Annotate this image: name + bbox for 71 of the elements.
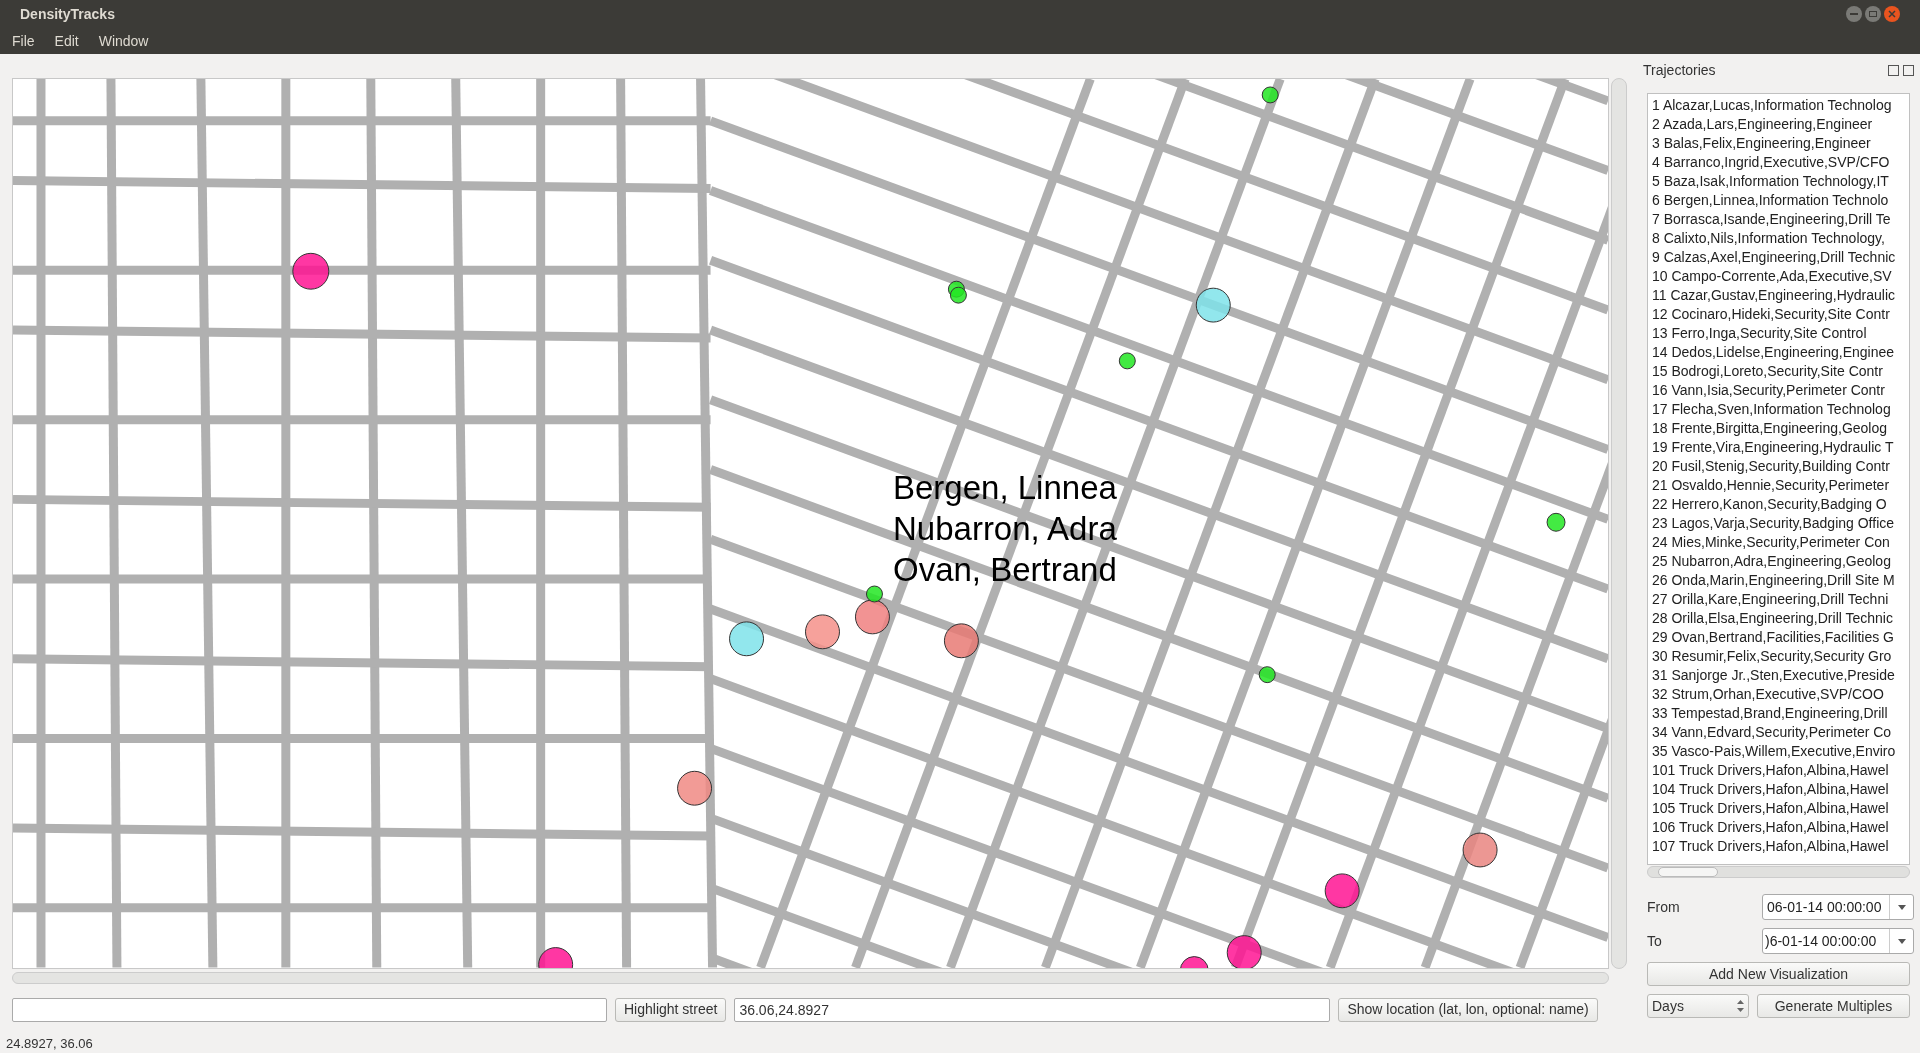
trajectory-item[interactable]: 30 Resumir,Felix,Security,Security Gro <box>1648 647 1896 666</box>
from-label: From <box>1647 897 1680 917</box>
trajectory-item[interactable]: 11 Cazar,Gustav,Engineering,Hydraulic <box>1648 286 1900 305</box>
add-visualization-button[interactable]: Add New Visualization <box>1647 962 1910 986</box>
from-date-field[interactable]: 06-01-14 00:00:00 <box>1762 894 1914 920</box>
trajectory-item[interactable]: 107 Truck Drivers,Hafon,Albina,Hawel <box>1648 837 1893 856</box>
highlight-street-button[interactable]: Highlight street <box>615 997 727 1022</box>
maximize-button[interactable] <box>1865 6 1881 22</box>
window-title: DensityTracks <box>20 4 115 24</box>
trajectory-item[interactable]: 21 Osvaldo,Hennie,Security,Perimeter <box>1648 476 1894 495</box>
status-text: 24.8927, 36.06 <box>6 1034 94 1053</box>
trajectory-item[interactable]: 17 Flecha,Sven,Information Technolog <box>1648 400 1895 419</box>
trajectory-item[interactable]: 24 Mies,Minke,Security,Perimeter Con <box>1648 533 1894 552</box>
trajectory-item[interactable]: 20 Fusil,Stenig,Security,Building Contr <box>1648 457 1894 476</box>
list-scrollbar[interactable] <box>1647 866 1910 878</box>
trajectory-item[interactable]: 8 Calixto,Nils,Information Technology, <box>1648 229 1889 248</box>
trajectory-item[interactable]: 9 Calzas,Axel,Engineering,Drill Technic <box>1648 248 1900 267</box>
trajectory-item[interactable]: 3 Balas,Felix,Engineering,Engineer <box>1648 134 1875 153</box>
trajectory-item[interactable]: 12 Cocinaro,Hideki,Security,Site Contr <box>1648 305 1894 324</box>
trajectory-item[interactable]: 14 Dedos,Lidelse,Engineering,Enginee <box>1648 343 1899 362</box>
location-field[interactable]: 36.06,24.8927 <box>734 997 1331 1022</box>
trajectory-item[interactable]: 19 Frente,Vira,Engineering,Hydraulic T <box>1648 438 1898 457</box>
trajectory-item[interactable]: 26 Onda,Marin,Engineering,Drill Site M <box>1648 571 1899 590</box>
trajectory-item[interactable]: 5 Baza,Isak,Information Technology,IT <box>1648 172 1893 191</box>
trajectory-item[interactable]: 16 Vann,Isia,Security,Perimeter Contr <box>1648 381 1889 400</box>
map-label: Ovan, Bertrand <box>893 550 1117 590</box>
trajectory-item[interactable]: 105 Truck Drivers,Hafon,Albina,Hawel <box>1648 799 1893 818</box>
generate-multiples-button[interactable]: Generate Multiples <box>1757 994 1910 1018</box>
panel-title: Trajectories <box>1643 61 1716 80</box>
close-button[interactable] <box>1884 6 1900 22</box>
trajectory-item[interactable]: 33 Tempestad,Brand,Engineering,Drill <box>1648 704 1892 723</box>
trajectory-item[interactable]: 29 Ovan,Bertrand,Facilities,Facilities G <box>1648 628 1898 647</box>
unit-select[interactable]: Days <box>1647 994 1749 1018</box>
trajectory-item[interactable]: 31 Sanjorge Jr.,Sten,Executive,Preside <box>1648 666 1899 685</box>
vertical-scrollbar[interactable] <box>1611 78 1627 969</box>
menu-item[interactable]: Edit <box>54 30 79 52</box>
trajectory-item[interactable]: 101 Truck Drivers,Hafon,Albina,Hawel <box>1648 761 1893 780</box>
trajectory-item[interactable]: 15 Bodrogi,Loreto,Security,Site Contr <box>1648 362 1887 381</box>
trajectory-item[interactable]: 34 Vann,Edvard,Security,Perimeter Co <box>1648 723 1896 742</box>
trajectory-item[interactable]: 1 Alcazar,Lucas,Information Technolog <box>1648 96 1896 115</box>
menu-item[interactable]: File <box>12 30 35 52</box>
show-location-button[interactable]: Show location (lat, lon, optional: name) <box>1338 997 1598 1022</box>
trajectory-item[interactable]: 27 Orilla,Kare,Engineering,Drill Techni <box>1648 590 1893 609</box>
trajectory-item[interactable]: 13 Ferro,Inga,Security,Site Control <box>1648 324 1871 343</box>
trajectory-list[interactable] <box>1647 93 1910 865</box>
map-label: Nubarron, Adra <box>893 509 1117 549</box>
trajectory-item[interactable]: 7 Borrasca,Isande,Engineering,Drill Te <box>1648 210 1895 229</box>
trajectory-item[interactable]: 2 Azada,Lars,Engineering,Engineer <box>1648 115 1877 134</box>
minimize-button[interactable] <box>1846 6 1862 22</box>
trajectory-item[interactable]: 32 Strum,Orhan,Executive,SVP/COO <box>1648 685 1888 704</box>
to-label: To <box>1647 931 1662 951</box>
spinner-icon <box>1737 1000 1744 1012</box>
street-field[interactable] <box>12 997 607 1022</box>
trajectory-item[interactable]: 23 Lagos,Varja,Security,Badging Office <box>1648 514 1899 533</box>
trajectory-item[interactable]: 18 Frente,Birgitta,Engineering,Geolog <box>1648 419 1892 438</box>
menu-item[interactable]: Window <box>98 30 149 52</box>
trajectory-item[interactable]: 4 Barranco,Ingrid,Executive,SVP/CFO <box>1648 153 1894 172</box>
map-view[interactable]: Bergen, Linnea Nubarron, Adra Ovan, Bertrand <box>12 78 1609 969</box>
trajectory-item[interactable]: 106 Truck Drivers,Hafon,Albina,Hawel <box>1648 818 1893 837</box>
trajectory-item[interactable]: 22 Herrero,Kanon,Security,Badging O <box>1648 495 1891 514</box>
dropdown-icon <box>1897 904 1906 910</box>
trajectory-item[interactable]: 25 Nubarron,Adra,Engineering,Geolog <box>1648 552 1895 571</box>
to-date-field[interactable]: )6-01-14 00:00:00 <box>1762 928 1914 954</box>
dropdown-icon <box>1897 938 1906 944</box>
horizontal-scrollbar[interactable] <box>12 971 1609 984</box>
trajectory-item[interactable]: 6 Bergen,Linnea,Information Technolo <box>1648 191 1893 210</box>
trajectory-item[interactable]: 104 Truck Drivers,Hafon,Albina,Hawel <box>1648 780 1893 799</box>
trajectory-item[interactable]: 35 Vasco-Pais,Willem,Executive,Enviro <box>1648 742 1900 761</box>
trajectory-item[interactable]: 10 Campo-Corrente,Ada,Executive,SV <box>1648 267 1896 286</box>
map-label: Bergen, Linnea <box>893 468 1117 508</box>
trajectory-item[interactable]: 28 Orilla,Elsa,Engineering,Drill Technic <box>1648 609 1897 628</box>
